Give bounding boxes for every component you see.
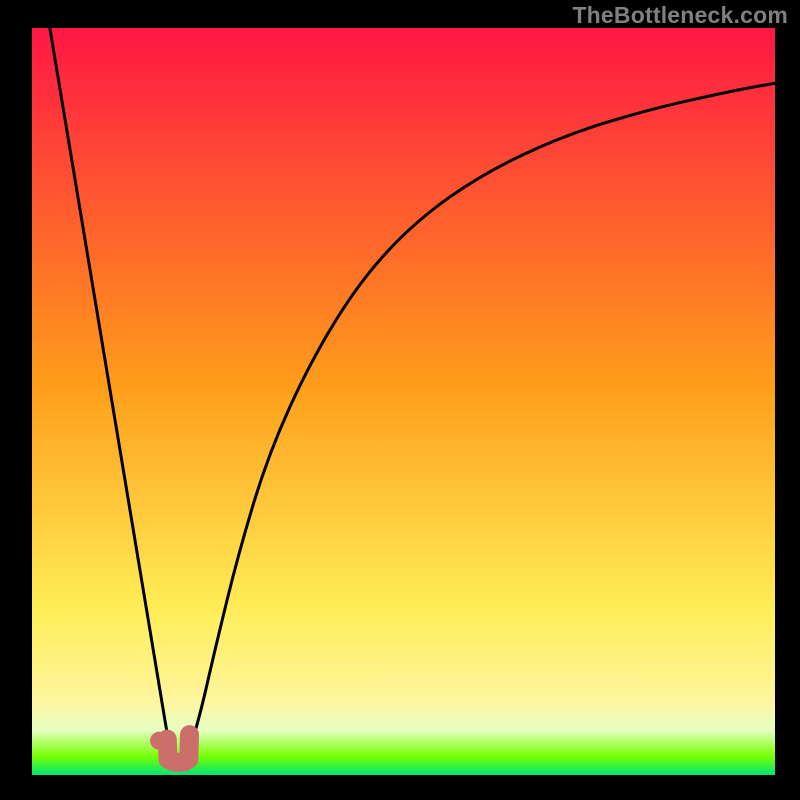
watermark-text: TheBottleneck.com (572, 2, 788, 29)
chart-frame: { "watermark": "TheBottleneck.com", "cha… (0, 0, 800, 800)
plot-background (32, 28, 775, 775)
chart-svg (0, 0, 800, 800)
